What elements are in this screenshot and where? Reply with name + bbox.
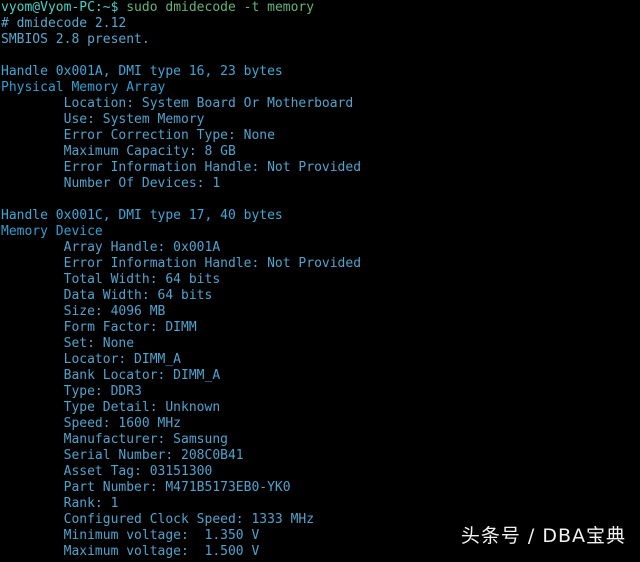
terminal-handle-line: Handle 0x001A, DMI type 16, 23 bytes <box>1 64 283 79</box>
shell-prompt: vyom@Vyom-PC:~$ <box>1 0 119 15</box>
terminal-detail-line: Type Detail: Unknown <box>1 400 221 415</box>
terminal-detail-line: Form Factor: DIMM <box>1 320 197 335</box>
shell-command: sudo dmidecode -t memory <box>118 0 315 15</box>
terminal-detail-line: Total Width: 64 bits <box>1 272 221 287</box>
terminal-detail-line: Maximum Capacity: 8 GB <box>1 144 236 159</box>
terminal-detail-line: Speed: 1600 MHz <box>1 416 182 431</box>
terminal-detail-line: Manufacturer: Samsung <box>1 432 228 447</box>
terminal-detail-line: Location: System Board Or Motherboard <box>1 96 354 111</box>
terminal-detail-line: Bank Locator: DIMM_A <box>1 368 221 383</box>
terminal-detail-line: Error Correction Type: None <box>1 128 275 143</box>
terminal-detail-line: Set: None <box>1 336 135 351</box>
terminal-info-line: SMBIOS 2.8 present. <box>1 32 150 47</box>
terminal-detail-line: Number Of Devices: 1 <box>1 176 221 191</box>
terminal-detail-line: Rank: 1 <box>1 496 119 511</box>
terminal-detail-line: Part Number: M471B5173EB0-YK0 <box>1 480 291 495</box>
terminal-detail-line: Array Handle: 0x001A <box>1 240 221 255</box>
terminal-detail-line: Data Width: 64 bits <box>1 288 213 303</box>
terminal-detail-line: Locator: DIMM_A <box>1 352 182 367</box>
terminal-output: vyom@Vyom-PC:~$ sudo dmidecode -t memory… <box>0 0 640 560</box>
terminal-section-title: Physical Memory Array <box>1 80 166 95</box>
terminal-detail-line: Error Information Handle: Not Provided <box>1 160 362 175</box>
terminal-prompt-line: vyom@Vyom-PC:~$ sudo dmidecode -t memory <box>0 0 640 16</box>
terminal-detail-line: Type: DDR3 <box>1 384 142 399</box>
watermark-label: 头条号 / DBA宝典 <box>460 525 626 547</box>
terminal-detail-line: Error Information Handle: Not Provided <box>1 256 362 271</box>
terminal-window[interactable]: vyom@Vyom-PC:~$ sudo dmidecode -t memory… <box>0 0 640 562</box>
terminal-section-title: Memory Device <box>1 224 103 239</box>
terminal-info-line: # dmidecode 2.12 <box>1 16 127 31</box>
terminal-handle-line: Handle 0x001C, DMI type 17, 40 bytes <box>1 208 283 223</box>
terminal-detail-line: Use: System Memory <box>1 112 205 127</box>
terminal-detail-line: Asset Tag: 03151300 <box>1 464 213 479</box>
terminal-detail-line: Size: 4096 MB <box>1 304 166 319</box>
terminal-detail-line: Serial Number: 208C0B41 <box>1 448 244 463</box>
